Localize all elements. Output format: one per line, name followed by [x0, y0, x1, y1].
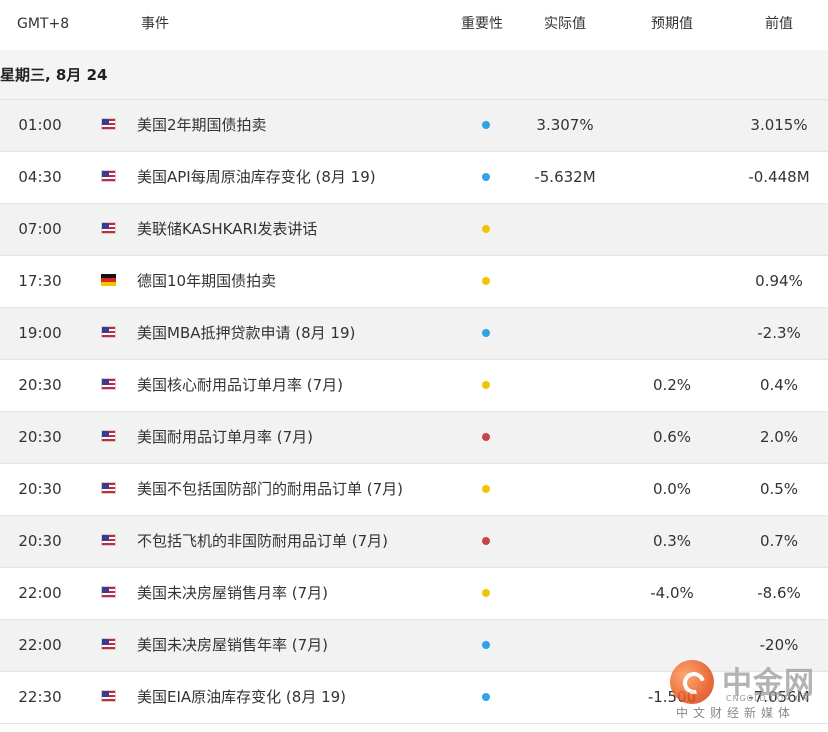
us-flag-icon	[101, 222, 116, 234]
event-row[interactable]: 07:00 美联储KASHKARI发表讲话	[0, 204, 828, 256]
event-name[interactable]: 美联储KASHKARI发表讲话	[137, 204, 317, 254]
actual-value: 3.307%	[536, 116, 594, 134]
event-row[interactable]: 20:30 美国核心耐用品订单月率 (7月) 0.2% 0.4%	[0, 360, 828, 412]
importance-dot-icon	[482, 485, 490, 493]
de-flag-icon	[101, 274, 116, 286]
event-row[interactable]: 20:30 美国耐用品订单月率 (7月) 0.6% 2.0%	[0, 412, 828, 464]
event-time: 20:30	[18, 532, 62, 550]
event-time: 20:30	[18, 428, 62, 446]
timezone-header[interactable]: GMT+8	[17, 0, 69, 48]
event-name[interactable]: 美国API每周原油库存变化 (8月 19)	[137, 152, 376, 202]
importance-dot-icon	[482, 641, 490, 649]
previous-value: 3.015%	[750, 116, 808, 134]
forecast-column-header: 预期值	[651, 16, 693, 32]
previous-value: -20%	[759, 636, 799, 654]
importance-column-header: 重要性	[461, 16, 503, 32]
event-time: 17:30	[18, 272, 62, 290]
event-row[interactable]: 04:30 美国API每周原油库存变化 (8月 19) -5.632M -0.448M	[0, 152, 828, 204]
event-name[interactable]: 美国未决房屋销售年率 (7月)	[137, 620, 328, 670]
previous-value: 0.7%	[759, 532, 799, 550]
event-name[interactable]: 美国MBA抵押贷款申请 (8月 19)	[137, 308, 355, 358]
importance-dot-icon	[482, 329, 490, 337]
us-flag-icon	[101, 534, 116, 546]
event-list: 01:00 美国2年期国债拍卖 3.307% 3.015% 04:30 美国API每周原油…	[0, 100, 828, 724]
us-flag-icon	[101, 690, 116, 702]
event-row[interactable]: 20:30 美国不包括国防部门的耐用品订单 (7月) 0.0% 0.5%	[0, 464, 828, 516]
us-flag-icon	[101, 170, 116, 182]
forecast-value: 0.6%	[652, 428, 692, 446]
importance-dot-icon	[482, 693, 490, 701]
event-name[interactable]: 德国10年期国债拍卖	[137, 256, 276, 306]
forecast-value: -4.0%	[650, 584, 694, 602]
importance-dot-icon	[482, 121, 490, 129]
event-time: 04:30	[18, 168, 62, 186]
event-row[interactable]: 22:00 美国未决房屋销售年率 (7月) -20%	[0, 620, 828, 672]
importance-dot-icon	[482, 173, 490, 181]
actual-column-header: 实际值	[544, 16, 586, 32]
event-time: 19:00	[18, 324, 62, 342]
previous-value: -2.3%	[757, 324, 801, 342]
event-row[interactable]: 20:30 不包括飞机的非国防耐用品订单 (7月) 0.3% 0.7%	[0, 516, 828, 568]
us-flag-icon	[101, 118, 116, 130]
event-row[interactable]: 01:00 美国2年期国债拍卖 3.307% 3.015%	[0, 100, 828, 152]
event-name[interactable]: 美国不包括国防部门的耐用品订单 (7月)	[137, 464, 403, 514]
previous-value: 0.5%	[759, 480, 799, 498]
event-time: 01:00	[18, 116, 62, 134]
us-flag-icon	[101, 482, 116, 494]
forecast-value: -1.500	[647, 688, 697, 706]
previous-value: 0.4%	[759, 376, 799, 394]
event-time: 22:00	[18, 584, 62, 602]
forecast-value: 0.3%	[652, 532, 692, 550]
event-time: 20:30	[18, 376, 62, 394]
us-flag-icon	[101, 430, 116, 442]
event-time: 20:30	[18, 480, 62, 498]
previous-value: -7.056M	[748, 688, 810, 706]
event-time: 22:00	[18, 636, 62, 654]
us-flag-icon	[101, 586, 116, 598]
event-name[interactable]: 美国EIA原油库存变化 (8月 19)	[137, 672, 346, 722]
event-row[interactable]: 22:00 美国未决房屋销售月率 (7月) -4.0% -8.6%	[0, 568, 828, 620]
event-row[interactable]: 19:00 美国MBA抵押贷款申请 (8月 19) -2.3%	[0, 308, 828, 360]
importance-dot-icon	[482, 433, 490, 441]
event-row[interactable]: 17:30 德国10年期国债拍卖 0.94%	[0, 256, 828, 308]
table-header: GMT+8 事件 重要性 实际值 预期值 前值	[0, 0, 828, 50]
event-name[interactable]: 美国未决房屋销售月率 (7月)	[137, 568, 328, 618]
us-flag-icon	[101, 638, 116, 650]
event-column-header: 事件	[141, 16, 169, 32]
event-time: 22:30	[18, 688, 62, 706]
event-time: 07:00	[18, 220, 62, 238]
forecast-value: 0.2%	[652, 376, 692, 394]
event-name[interactable]: 不包括飞机的非国防耐用品订单 (7月)	[137, 516, 388, 566]
us-flag-icon	[101, 378, 116, 390]
importance-dot-icon	[482, 277, 490, 285]
forecast-value: 0.0%	[652, 480, 692, 498]
event-name[interactable]: 美国2年期国债拍卖	[137, 100, 267, 150]
importance-dot-icon	[482, 589, 490, 597]
us-flag-icon	[101, 326, 116, 338]
actual-value: -5.632M	[534, 168, 596, 186]
event-name[interactable]: 美国耐用品订单月率 (7月)	[137, 412, 313, 462]
date-heading: 星期三, 8月 24	[0, 50, 828, 100]
importance-dot-icon	[482, 381, 490, 389]
economic-calendar: GMT+8 事件 重要性 实际值 预期值 前值 星期三, 8月 24 01:00…	[0, 0, 828, 724]
previous-column-header: 前值	[765, 16, 793, 32]
event-name[interactable]: 美国核心耐用品订单月率 (7月)	[137, 360, 343, 410]
importance-dot-icon	[482, 225, 490, 233]
previous-value: 2.0%	[759, 428, 799, 446]
importance-dot-icon	[482, 537, 490, 545]
previous-value: 0.94%	[755, 272, 803, 290]
previous-value: -0.448M	[748, 168, 810, 186]
previous-value: -8.6%	[757, 584, 801, 602]
event-row[interactable]: 22:30 美国EIA原油库存变化 (8月 19) -1.500 -7.056M	[0, 672, 828, 724]
